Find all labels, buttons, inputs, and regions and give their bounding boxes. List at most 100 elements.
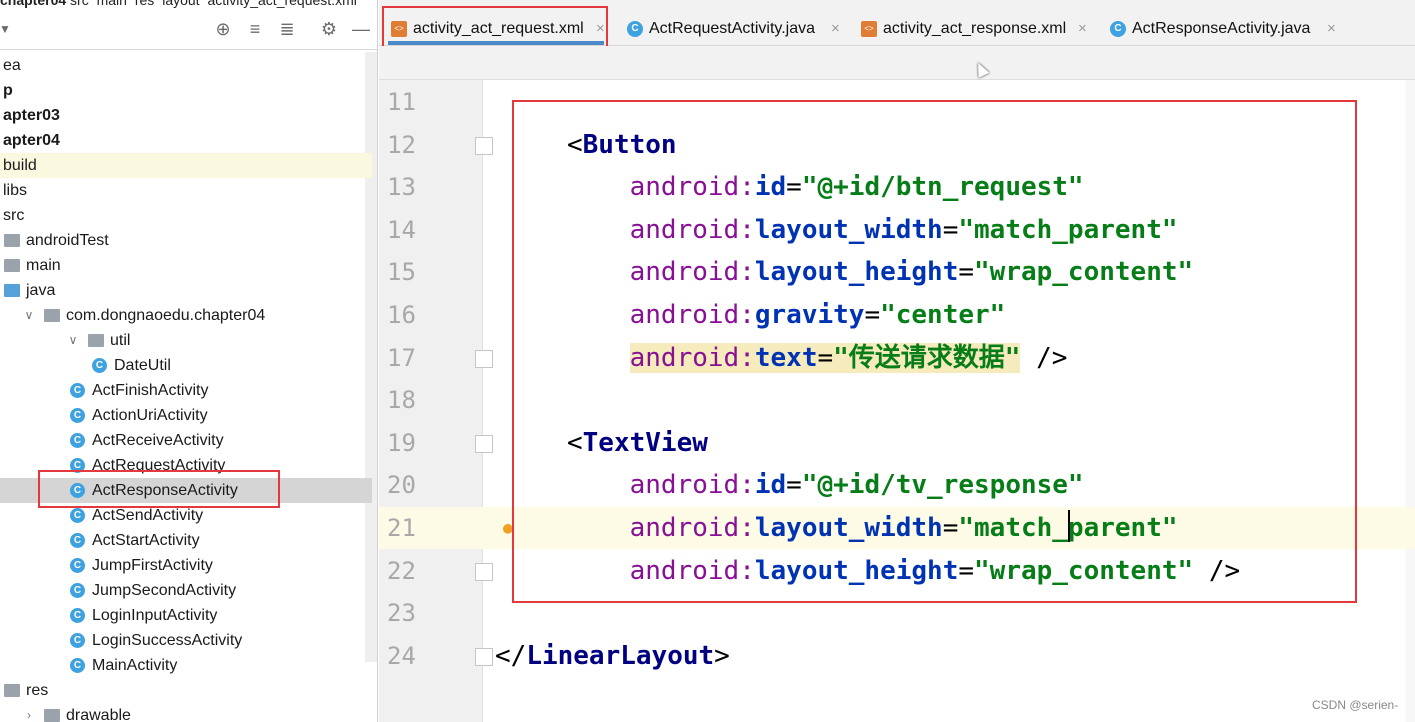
code-token: LinearLayout: [526, 641, 715, 671]
tree-item[interactable]: C JumpSecondActivity: [0, 578, 372, 603]
tree-item[interactable]: apter04: [0, 128, 372, 153]
tree-item[interactable]: androidTest: [0, 228, 372, 253]
line-number: 20: [387, 471, 416, 499]
fold-marker-icon[interactable]: [475, 435, 493, 453]
tree-item-label: JumpFirstActivity: [92, 557, 213, 574]
editor-tab[interactable]: C ActResponseActivity.java ×: [1110, 10, 1343, 46]
locate-file-icon[interactable]: ⊕: [212, 18, 234, 40]
tree-item[interactable]: src: [0, 203, 372, 228]
tree-item[interactable]: ∨res: [0, 678, 372, 703]
tree-item-label: JumpSecondActivity: [92, 582, 237, 599]
class-icon: C: [70, 533, 85, 548]
tree-item-label: LoginInputActivity: [92, 607, 218, 624]
line-number: 12: [387, 131, 416, 159]
tree-item[interactable]: build: [0, 153, 372, 178]
breadcrumb-item[interactable]: chapter04: [0, 0, 66, 8]
code-line[interactable]: 24 </LinearLayout>: [379, 635, 1415, 677]
code-highlight-box: [512, 100, 1357, 603]
breadcrumb-item[interactable]: activity_act_request.xml: [207, 0, 356, 8]
tree-item-label: util: [110, 332, 131, 349]
tree-item[interactable]: C MainActivity: [0, 653, 372, 678]
tree-item[interactable]: libs: [0, 178, 372, 203]
watermark: CSDN @serien-: [1312, 698, 1399, 712]
tree-item[interactable]: apter03: [0, 103, 372, 128]
class-icon: C: [92, 358, 107, 373]
expand-arrow-icon[interactable]: ›: [22, 703, 36, 722]
editor-tab-label: ActRequestActivity.java: [649, 20, 815, 37]
tree-item[interactable]: C ActStartActivity: [0, 528, 372, 553]
selected-file-highlight-box: [38, 470, 280, 508]
class-icon: C: [70, 408, 85, 423]
tree-item-label: main: [26, 257, 61, 274]
line-number: 21: [387, 514, 416, 542]
tree-item[interactable]: p: [0, 78, 372, 103]
code-token: >: [714, 641, 730, 671]
class-icon: C: [70, 508, 85, 523]
editor-breadcrumb-bar: [379, 46, 1415, 80]
tree-item[interactable]: ea: [0, 53, 372, 78]
tree-item-label: apter03: [3, 107, 60, 124]
folder-icon: [4, 259, 20, 272]
expand-arrow-icon[interactable]: ∨: [66, 328, 80, 353]
line-number: 23: [387, 599, 416, 627]
line-number: 14: [387, 216, 416, 244]
close-tab-icon[interactable]: ×: [1078, 10, 1087, 48]
minimize-icon[interactable]: —: [350, 18, 372, 40]
folder-icon: [4, 234, 20, 247]
class-icon: C: [70, 633, 85, 648]
breadcrumb-item[interactable]: layout: [162, 0, 199, 8]
editor-tab[interactable]: C ActRequestActivity.java ×: [627, 10, 847, 46]
tree-item[interactable]: ∨java: [0, 278, 372, 303]
editor-tab[interactable]: <> activity_act_response.xml ×: [861, 10, 1094, 46]
line-number: 22: [387, 557, 416, 585]
tree-item[interactable]: main: [0, 253, 372, 278]
folder-icon: [88, 334, 104, 347]
breadcrumb-item[interactable]: src: [70, 0, 89, 8]
tree-item-label: com.dongnaoedu.chapter04: [66, 307, 266, 324]
tree-item-label: java: [26, 282, 56, 299]
class-icon: C: [70, 383, 85, 398]
class-icon: C: [70, 658, 85, 673]
tree-item-label: LoginSuccessActivity: [92, 632, 243, 649]
class-icon: C: [70, 558, 85, 573]
tree-item-label: DateUtil: [114, 357, 171, 374]
dropdown-arrow-icon[interactable]: ▼: [0, 18, 16, 40]
breadcrumb-item[interactable]: res: [135, 0, 154, 8]
tree-item-label: ActionUriActivity: [92, 407, 208, 424]
tree-item[interactable]: ∨ com.dongnaoedu.chapter04: [0, 303, 372, 328]
line-number: 24: [387, 642, 416, 670]
folder-icon: [4, 684, 20, 697]
expand-all-icon[interactable]: ≡: [244, 18, 266, 40]
tree-item[interactable]: C ActionUriActivity: [0, 403, 372, 428]
tree-item[interactable]: › drawable: [0, 703, 372, 722]
fold-marker-icon[interactable]: [475, 563, 493, 581]
tree-item[interactable]: C JumpFirstActivity: [0, 553, 372, 578]
class-icon: C: [70, 583, 85, 598]
tree-item[interactable]: C LoginSuccessActivity: [0, 628, 372, 653]
fold-marker-icon[interactable]: [475, 350, 493, 368]
class-icon: C: [70, 608, 85, 623]
expand-arrow-icon[interactable]: ∨: [22, 303, 36, 328]
line-number: 18: [387, 386, 416, 414]
fold-marker-icon[interactable]: [475, 137, 493, 155]
collapse-all-icon[interactable]: ≣: [276, 18, 298, 40]
tree-item[interactable]: C ActFinishActivity: [0, 378, 372, 403]
editor-tab-label: activity_act_response.xml: [883, 20, 1067, 37]
tree-item-label: androidTest: [26, 232, 109, 249]
tree-item[interactable]: C DateUtil: [0, 353, 372, 378]
breadcrumb-item[interactable]: main: [97, 0, 127, 8]
gear-icon[interactable]: ⚙: [318, 18, 340, 40]
project-panel: chapter04 src main res layout activity_a…: [0, 0, 378, 722]
fold-marker-icon[interactable]: [475, 648, 493, 666]
tree-item[interactable]: C ActReceiveActivity: [0, 428, 372, 453]
close-tab-icon[interactable]: ×: [831, 10, 840, 48]
line-number: 11: [387, 88, 416, 116]
tree-item-label: ActFinishActivity: [92, 382, 209, 399]
project-toolbar: ▼ ⊕ ≡ ≣ ⚙ —: [0, 8, 377, 50]
tree-item[interactable]: C LoginInputActivity: [0, 603, 372, 628]
tree-item[interactable]: ∨ util: [0, 328, 372, 353]
navigation-breadcrumb: chapter04 src main res layout activity_a…: [0, 0, 377, 8]
xml-file-icon: <>: [861, 21, 877, 37]
tree-item-label: build: [3, 157, 37, 174]
close-tab-icon[interactable]: ×: [1327, 10, 1336, 48]
